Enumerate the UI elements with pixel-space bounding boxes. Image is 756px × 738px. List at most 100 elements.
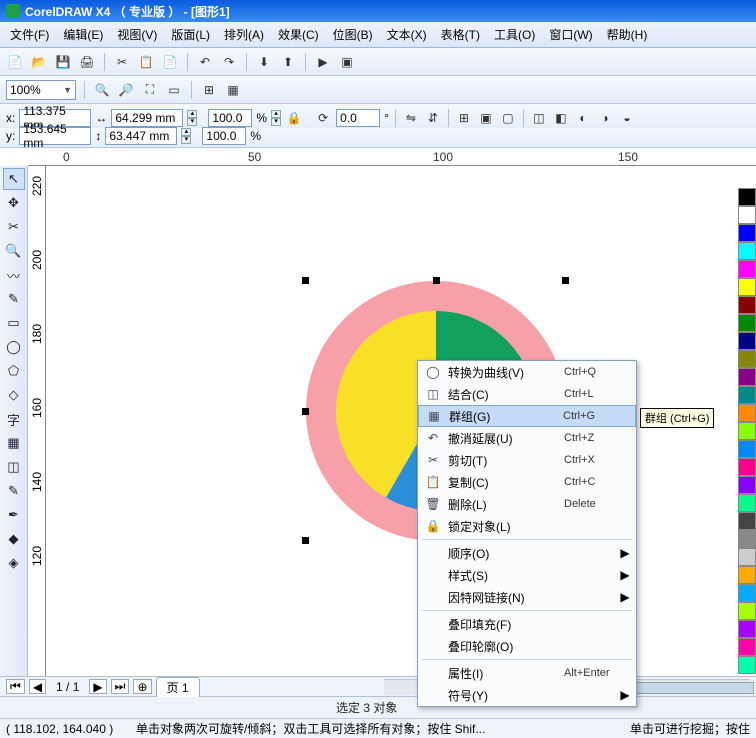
align-icon[interactable]: ⊞	[455, 109, 473, 127]
context-menu-item[interactable]: 📋复制(C)Ctrl+C	[418, 471, 636, 493]
context-menu-item[interactable]: 叠印轮廓(O)	[418, 635, 636, 657]
color-swatch[interactable]	[738, 314, 756, 332]
context-menu-item[interactable]: ↶撤消延展(U)Ctrl+Z	[418, 427, 636, 449]
last-page-button[interactable]: ⏭	[111, 679, 130, 694]
color-swatch[interactable]	[738, 332, 756, 350]
trim-icon[interactable]: ◑	[596, 109, 614, 127]
interactive-fill-tool[interactable]: ◈	[3, 552, 25, 574]
color-swatch[interactable]	[738, 620, 756, 638]
color-swatch[interactable]	[738, 530, 756, 548]
context-menu-item[interactable]: 🗑删除(L)Delete	[418, 493, 636, 515]
print-icon[interactable]: 🖨	[78, 53, 96, 71]
color-swatch[interactable]	[738, 656, 756, 674]
grid-icon[interactable]: ▦	[224, 81, 242, 99]
redo-icon[interactable]: ↷	[220, 53, 238, 71]
rot-field[interactable]: 0.0	[336, 109, 380, 127]
smart-tool[interactable]: ✎	[3, 288, 25, 310]
menu-item[interactable]: 帮助(H)	[601, 24, 654, 45]
blend-tool[interactable]: ◫	[3, 456, 25, 478]
open-icon[interactable]: 📂	[30, 53, 48, 71]
context-menu-item[interactable]: 属性(I)Alt+Enter	[418, 662, 636, 684]
group-icon[interactable]: ▣	[477, 109, 495, 127]
context-menu-item[interactable]: ◯转换为曲线(V)Ctrl+Q	[418, 361, 636, 383]
basic-shapes-tool[interactable]: ◇	[3, 384, 25, 406]
table-tool[interactable]: ▦	[3, 432, 25, 454]
snap-icon[interactable]: ⊞	[200, 81, 218, 99]
context-menu-item[interactable]: 符号(Y)▶	[418, 684, 636, 706]
context-menu-item[interactable]: ✂剪切(T)Ctrl+X	[418, 449, 636, 471]
color-swatch[interactable]	[738, 260, 756, 278]
color-swatch[interactable]	[738, 512, 756, 530]
selection-handle[interactable]	[302, 537, 309, 544]
selection-handle[interactable]	[302, 408, 309, 415]
combine-icon[interactable]: ◫	[530, 109, 548, 127]
polygon-tool[interactable]: ⬠	[3, 360, 25, 382]
color-swatch[interactable]	[738, 476, 756, 494]
first-page-button[interactable]: ⏮	[6, 679, 25, 694]
new-icon[interactable]: 📄	[6, 53, 24, 71]
crop-tool[interactable]: ✂	[3, 216, 25, 238]
menu-item[interactable]: 版面(L)	[165, 24, 216, 45]
color-swatch[interactable]	[738, 404, 756, 422]
zoom-fit-icon[interactable]: ⛶	[141, 81, 159, 99]
color-swatch[interactable]	[738, 602, 756, 620]
color-swatch[interactable]	[738, 548, 756, 566]
cut-icon[interactable]: ✂	[113, 53, 131, 71]
context-menu-item[interactable]: 样式(S)▶	[418, 564, 636, 586]
page-tab[interactable]: 页 1	[156, 677, 200, 697]
rectangle-tool[interactable]: ▭	[3, 312, 25, 334]
next-page-button[interactable]: ▶	[89, 679, 106, 694]
context-menu-item[interactable]: 因特网链接(N)▶	[418, 586, 636, 608]
shape-tool[interactable]: ✥	[3, 192, 25, 214]
zoom-out-icon[interactable]: 🔎	[117, 81, 135, 99]
context-menu-item[interactable]: 🔒锁定对象(L)	[418, 515, 636, 537]
prev-page-button[interactable]: ◀	[29, 679, 46, 694]
color-swatch[interactable]	[738, 638, 756, 656]
menu-item[interactable]: 窗口(W)	[543, 24, 598, 45]
mirror-v-icon[interactable]: ⇵	[424, 109, 442, 127]
menu-item[interactable]: 效果(C)	[272, 24, 325, 45]
context-menu-item[interactable]: ◫结合(C)Ctrl+L	[418, 383, 636, 405]
selection-handle[interactable]	[302, 277, 309, 284]
w-field[interactable]: 64.299 mm	[111, 109, 183, 127]
color-swatch[interactable]	[738, 584, 756, 602]
pick-tool[interactable]: ↖	[3, 168, 25, 190]
color-swatch[interactable]	[738, 422, 756, 440]
selection-handle[interactable]	[433, 277, 440, 284]
color-swatch[interactable]	[738, 188, 756, 206]
intersect-icon[interactable]: ◒	[618, 109, 636, 127]
paste-icon[interactable]: 📄	[161, 53, 179, 71]
mirror-h-icon[interactable]: ⇋	[402, 109, 420, 127]
scalex-field[interactable]: 100.0	[208, 109, 252, 127]
menu-item[interactable]: 位图(B)	[327, 24, 379, 45]
color-swatch[interactable]	[738, 242, 756, 260]
lock-ratio-icon[interactable]: 🔒	[285, 109, 303, 127]
freehand-tool[interactable]: 〰	[3, 264, 25, 286]
scaley-field[interactable]: 100.0	[202, 127, 246, 145]
zoom-combo[interactable]: 100% ▼	[6, 80, 76, 100]
menu-item[interactable]: 排列(A)	[218, 24, 270, 45]
text-tool[interactable]: 字	[3, 408, 25, 430]
context-menu-item[interactable]: 叠印填充(F)	[418, 613, 636, 635]
zoom-page-icon[interactable]: ▭	[165, 81, 183, 99]
color-swatch[interactable]	[738, 350, 756, 368]
context-menu-item[interactable]: ▦群组(G)Ctrl+G	[418, 405, 636, 427]
ungroup-icon[interactable]: ▢	[499, 109, 517, 127]
color-swatch[interactable]	[738, 206, 756, 224]
menu-item[interactable]: 视图(V)	[111, 24, 163, 45]
zoom-tool[interactable]: 🔍	[3, 240, 25, 262]
app-launch-icon[interactable]: ▶	[314, 53, 332, 71]
menu-item[interactable]: 文件(F)	[4, 24, 55, 45]
color-swatch[interactable]	[738, 386, 756, 404]
color-swatch[interactable]	[738, 566, 756, 584]
color-swatch[interactable]	[738, 224, 756, 242]
undo-icon[interactable]: ↶	[196, 53, 214, 71]
context-menu-item[interactable]: 顺序(O)▶	[418, 542, 636, 564]
color-swatch[interactable]	[738, 458, 756, 476]
color-swatch[interactable]	[738, 440, 756, 458]
menu-item[interactable]: 工具(O)	[488, 24, 541, 45]
import-icon[interactable]: ⬇	[255, 53, 273, 71]
menu-item[interactable]: 编辑(E)	[57, 24, 109, 45]
color-swatch[interactable]	[738, 368, 756, 386]
color-swatch[interactable]	[738, 296, 756, 314]
